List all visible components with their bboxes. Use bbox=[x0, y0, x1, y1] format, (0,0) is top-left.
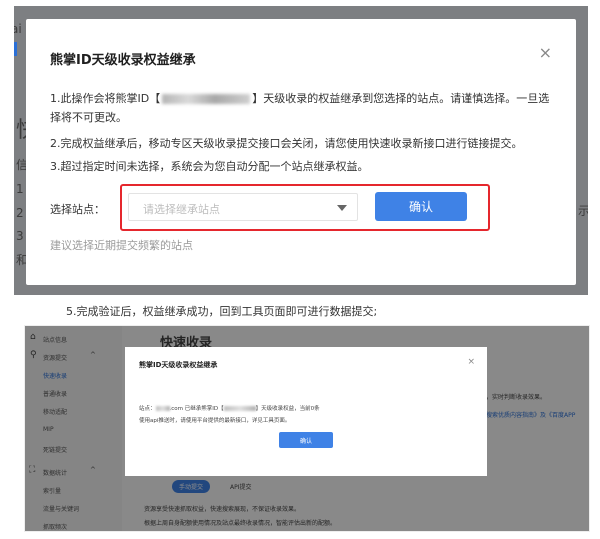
confirm-button[interactable]: 确认 bbox=[375, 192, 467, 221]
site-select-label: 选择站点： bbox=[50, 203, 105, 216]
success-line-1: 站点： .com 已继承熊掌ID【 】天级收录权益，当前0条 bbox=[139, 406, 320, 412]
bg-fragment: 示 bbox=[578, 204, 588, 218]
caret-down-icon bbox=[337, 205, 347, 211]
bg-fragment: 1 bbox=[16, 182, 24, 196]
bg-fragment: 3 bbox=[16, 229, 24, 243]
modal-title: 熊掌ID天级收录权益继承 bbox=[139, 361, 218, 369]
instruction-line-3: 3.超过指定时间未选择，系统会为您自动分配一个站点继承权益。 bbox=[50, 160, 369, 173]
step-caption: 5.完成验证后，权益继承成功，回到工具页面即可进行数据提交; bbox=[66, 305, 378, 318]
bg-accent-bar bbox=[14, 42, 17, 56]
bg-fragment: ai bbox=[14, 22, 22, 36]
inherit-success-modal: 熊掌ID天级收录权益继承 × 站点： .com 已继承熊掌ID【 】天级收录权益，当… bbox=[125, 347, 487, 476]
success-line-2: 使用api推送时，请使用平台提供的最新接口，详见工具页面。 bbox=[139, 418, 291, 424]
redacted-id bbox=[162, 94, 251, 104]
confirm-button[interactable]: 确认 bbox=[279, 432, 333, 448]
bottom-screenshot: ⌂ 站点信息 ⚲ 资源提交 ^ 快速收录 普通收录 移动适配 MIP 死链提交 … bbox=[24, 325, 590, 532]
redacted-id bbox=[223, 406, 256, 411]
bg-fragment: 2 bbox=[16, 206, 24, 220]
top-screenshot: ai 快 信 1 2 3 和 示 熊掌ID天级收录权益继承 × 1.此操作会将熊… bbox=[14, 6, 588, 295]
close-icon[interactable]: × bbox=[467, 357, 475, 367]
site-select-dropdown[interactable]: 请选择继承站点 bbox=[128, 193, 358, 221]
hint-text: 建议选择近期提交频繁的站点 bbox=[50, 239, 193, 252]
redacted-site bbox=[155, 406, 170, 411]
instruction-line-2: 2.完成权益继承后，移动专区天级收录提交接口会关闭，请您使用快速收录新接口进行链… bbox=[50, 137, 523, 150]
close-icon[interactable]: × bbox=[539, 45, 552, 61]
select-placeholder: 请选择继承站点 bbox=[143, 203, 220, 216]
modal-title: 熊掌ID天级收录权益继承 bbox=[50, 53, 196, 68]
instruction-line-1: 1.此操作会将熊掌ID【 】天级收录的权益继承到您选择的站点。请谨慎选择。一旦选 … bbox=[50, 92, 550, 124]
inherit-rights-modal: 熊掌ID天级收录权益继承 × 1.此操作会将熊掌ID【 】天级收录的权益继承到您选… bbox=[26, 19, 576, 285]
